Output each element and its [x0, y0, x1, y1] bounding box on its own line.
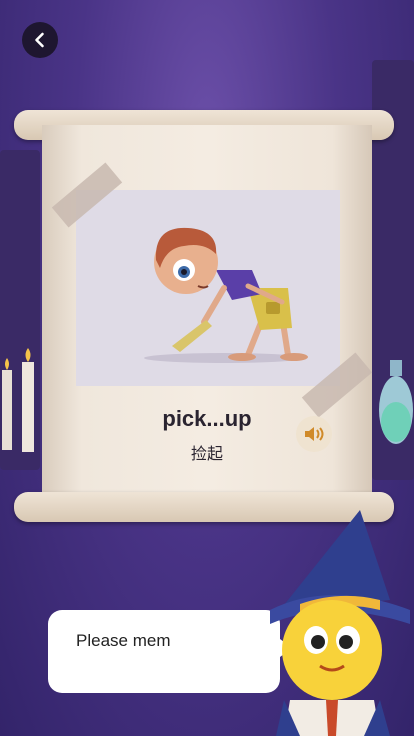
speech-text: Please mem: [76, 631, 171, 650]
back-button[interactable]: [22, 22, 58, 58]
boy-picking-up-illustration: [144, 227, 308, 363]
wizard-mascot: [270, 510, 410, 736]
speaker-icon: [305, 427, 324, 441]
play-sound-button[interactable]: [296, 416, 332, 452]
word-translation: 捡起: [190, 446, 223, 463]
potion-bottle-decoration: [379, 360, 413, 444]
word-illustration: [76, 190, 340, 386]
vocabulary-word: pick...up: [162, 406, 252, 431]
back-arrow-icon: [35, 32, 44, 48]
